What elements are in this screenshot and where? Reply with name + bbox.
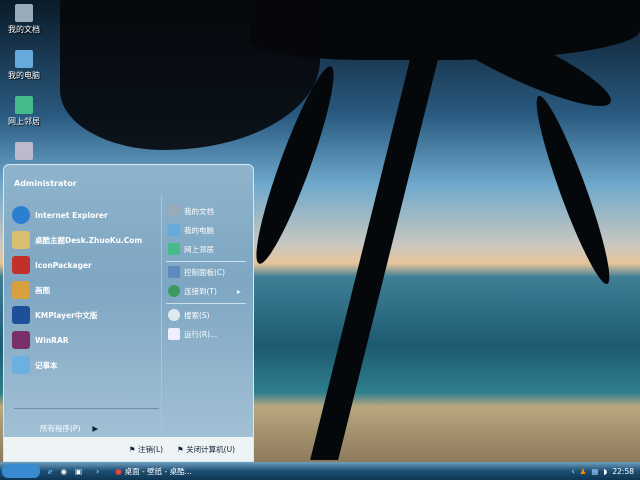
shutdown-button[interactable]: ⚑ 关闭计算机(U): [177, 444, 235, 455]
palm-leaves: [60, 0, 320, 150]
media-quicklaunch-icon[interactable]: ▣: [75, 467, 82, 476]
divider: [166, 261, 246, 262]
ie-quicklaunch-icon[interactable]: ℯ: [48, 467, 52, 476]
start-button[interactable]: [2, 464, 40, 478]
control-panel-icon: [168, 266, 180, 278]
start-menu: Administrator Internet Explorer 桌酷主题Desk…: [3, 164, 254, 462]
menu-item-control-panel[interactable]: 控制面板(C): [168, 264, 225, 280]
run-icon: [168, 328, 180, 340]
qq-icon[interactable]: ♟: [580, 467, 587, 476]
ie-icon: [12, 206, 30, 224]
tray-expand-icon[interactable]: ‹: [572, 467, 575, 476]
menu-item-notepad[interactable]: 记事本: [12, 355, 58, 375]
theme-icon: [12, 231, 30, 249]
menu-item-my-computer[interactable]: 我的电脑: [168, 222, 214, 238]
computer-icon: [168, 224, 180, 236]
menu-item-winrar[interactable]: WinRAR: [12, 330, 69, 350]
palm-leaf: [526, 91, 620, 289]
folder-icon: [168, 205, 180, 217]
system-tray: ‹ ♟ ▦ ◗ 22:58: [572, 467, 640, 476]
logoff-button[interactable]: ⚑ 注销(L): [129, 444, 163, 455]
computer-icon: [15, 50, 33, 68]
network-icon: [168, 243, 180, 255]
arrow-right-icon: ▸: [236, 286, 241, 296]
start-menu-footer: ⚑ 注销(L) ⚑ 关闭计算机(U): [4, 437, 253, 461]
iconpackager-icon: [12, 256, 30, 274]
browser-quicklaunch-icon[interactable]: ◉: [60, 467, 67, 476]
column-divider: [161, 195, 162, 435]
palm-trunk: [310, 60, 438, 460]
quicklaunch-expand-icon[interactable]: ›: [96, 467, 99, 476]
search-icon: [168, 309, 180, 321]
menu-item-run[interactable]: 运行(R)...: [168, 326, 217, 342]
network-icon: [15, 96, 33, 114]
divider: [14, 408, 159, 409]
desktop-icon-my-computer[interactable]: 我的电脑: [2, 50, 46, 81]
notepad-icon: [12, 356, 30, 374]
all-programs-button[interactable]: 所有程序(P) ▶: [40, 418, 98, 438]
menu-item-internet-explorer[interactable]: Internet Explorer: [12, 205, 108, 225]
menu-item-search[interactable]: 搜索(S): [168, 307, 210, 323]
logoff-icon: ⚑: [128, 444, 139, 454]
desktop-icon-recycle-bin[interactable]: [2, 142, 46, 162]
menu-item-my-documents[interactable]: 我的文档: [168, 203, 214, 219]
paint-icon: [12, 281, 30, 299]
globe-icon: [168, 285, 180, 297]
kmplayer-icon: [12, 306, 30, 324]
winrar-icon: [12, 331, 30, 349]
menu-item-zhuoku[interactable]: 桌酷主题Desk.ZhuoKu.Com: [12, 230, 142, 250]
menu-item-paint[interactable]: 画图: [12, 280, 50, 300]
shutdown-icon: ⚑: [177, 444, 187, 454]
taskbar-button-window[interactable]: ● 桌面 - 壁纸 - 桌酷...: [115, 466, 192, 477]
volume-icon[interactable]: ◗: [603, 467, 607, 476]
menu-item-iconpackager[interactable]: IconPackager: [12, 255, 92, 275]
user-name: Administrator: [14, 179, 77, 188]
chrome-icon: ●: [115, 466, 122, 476]
menu-item-connect-to[interactable]: 连接到(T) ▸: [168, 283, 241, 299]
arrow-right-icon: ▶: [92, 423, 99, 433]
taskbar: ℯ ◉ ▣ › ● 桌面 - 壁纸 - 桌酷... ‹ ♟ ▦ ◗ 22:58: [0, 462, 640, 480]
divider: [166, 303, 246, 304]
desktop-icon-network[interactable]: 网上邻居: [2, 96, 46, 127]
recycle-bin-icon: [15, 142, 33, 160]
folder-icon: [15, 4, 33, 22]
desktop-icon-my-documents[interactable]: 我的文档: [2, 4, 46, 35]
menu-item-network[interactable]: 网上邻居: [168, 241, 214, 257]
clock[interactable]: 22:58: [612, 467, 634, 476]
menu-item-kmplayer[interactable]: KMPlayer中文版: [12, 305, 97, 325]
network-tray-icon[interactable]: ▦: [591, 467, 598, 476]
